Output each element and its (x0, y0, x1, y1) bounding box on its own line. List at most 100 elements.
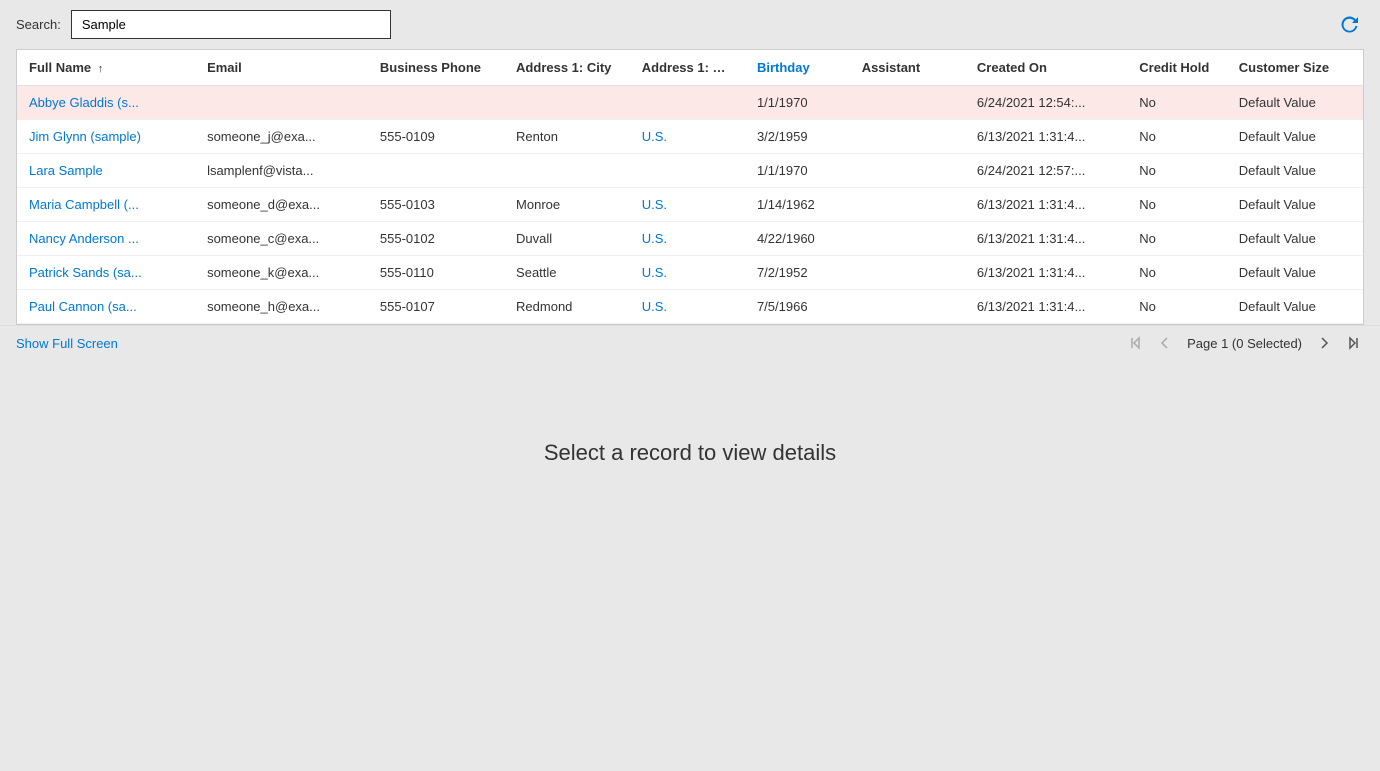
cell-city (504, 154, 630, 188)
last-page-icon (1345, 336, 1359, 350)
cell-custsize: Default Value (1227, 120, 1363, 154)
cell-country (630, 86, 745, 120)
cell-fullname: Paul Cannon (sa... (17, 290, 195, 324)
cell-email: someone_c@exa... (195, 222, 368, 256)
cell-created: 6/13/2021 1:31:4... (965, 188, 1127, 222)
cell-assistant (850, 154, 965, 188)
table-row[interactable]: Maria Campbell (...someone_d@exa...555-0… (17, 188, 1363, 222)
cell-email (195, 86, 368, 120)
cell-city: Renton (504, 120, 630, 154)
cell-assistant (850, 222, 965, 256)
cell-country: U.S. (630, 290, 745, 324)
cell-custsize: Default Value (1227, 290, 1363, 324)
cell-city: Duvall (504, 222, 630, 256)
table-scroll-area[interactable]: Full Name ↑ Email Business Phone Address… (17, 50, 1363, 324)
cell-phone: 555-0103 (368, 188, 504, 222)
table-row[interactable]: Nancy Anderson ...someone_c@exa...555-01… (17, 222, 1363, 256)
table-row[interactable]: Lara Samplelsamplenf@vista... 1/1/1970 6/2… (17, 154, 1363, 188)
cell-created: 6/13/2021 1:31:4... (965, 256, 1127, 290)
col-header-phone[interactable]: Business Phone (368, 50, 504, 86)
pagination-controls: Page 1 (0 Selected) (1125, 334, 1364, 352)
cell-phone (368, 154, 504, 188)
cell-birthday: 3/2/1959 (745, 120, 850, 154)
next-page-icon (1317, 336, 1331, 350)
cell-birthday: 1/1/1970 (745, 86, 850, 120)
cell-assistant (850, 256, 965, 290)
cell-credit: No (1127, 222, 1227, 256)
cell-assistant (850, 290, 965, 324)
cell-credit: No (1127, 290, 1227, 324)
col-header-custsize[interactable]: Customer Size (1227, 50, 1363, 86)
cell-fullname: Maria Campbell (... (17, 188, 195, 222)
cell-fullname: Lara Sample (17, 154, 195, 188)
cell-created: 6/13/2021 1:31:4... (965, 222, 1127, 256)
page-info: Page 1 (0 Selected) (1187, 336, 1302, 351)
next-page-button[interactable] (1312, 334, 1336, 352)
table-row[interactable]: Jim Glynn (sample)someone_j@exa...555-01… (17, 120, 1363, 154)
cell-created: 6/13/2021 1:31:4... (965, 120, 1127, 154)
cell-custsize: Default Value (1227, 256, 1363, 290)
cell-phone: 555-0109 (368, 120, 504, 154)
cell-city: Seattle (504, 256, 630, 290)
cell-assistant (850, 120, 965, 154)
search-input[interactable] (71, 10, 391, 39)
col-header-fullname[interactable]: Full Name ↑ (17, 50, 195, 86)
col-header-assistant[interactable]: Assistant (850, 50, 965, 86)
cell-created: 6/24/2021 12:54:... (965, 86, 1127, 120)
cell-country (630, 154, 745, 188)
footer-bar: Show Full Screen Page 1 (0 Selected) (0, 325, 1380, 360)
cell-city (504, 86, 630, 120)
cell-city: Monroe (504, 188, 630, 222)
col-header-credit[interactable]: Credit Hold (1127, 50, 1227, 86)
cell-country: U.S. (630, 120, 745, 154)
empty-state-text: Select a record to view details (544, 440, 836, 466)
cell-custsize: Default Value (1227, 86, 1363, 120)
cell-email: someone_h@exa... (195, 290, 368, 324)
table-header: Full Name ↑ Email Business Phone Address… (17, 50, 1363, 86)
table-row[interactable]: Paul Cannon (sa...someone_h@exa...555-01… (17, 290, 1363, 324)
table-row[interactable]: Abbye Gladdis (s... 1/1/1970 6/24/2021 12:… (17, 86, 1363, 120)
contacts-table-container: Full Name ↑ Email Business Phone Address… (16, 49, 1364, 325)
col-header-email[interactable]: Email (195, 50, 368, 86)
cell-birthday: 7/5/1966 (745, 290, 850, 324)
cell-birthday: 1/1/1970 (745, 154, 850, 188)
show-fullscreen-button[interactable]: Show Full Screen (16, 336, 118, 351)
col-header-country[interactable]: Address 1: Co... (630, 50, 745, 86)
cell-birthday: 7/2/1952 (745, 256, 850, 290)
cell-phone: 555-0102 (368, 222, 504, 256)
cell-created: 6/24/2021 12:57:... (965, 154, 1127, 188)
col-header-birthday[interactable]: Birthday (745, 50, 850, 86)
cell-credit: No (1127, 154, 1227, 188)
cell-created: 6/13/2021 1:31:4... (965, 290, 1127, 324)
refresh-button[interactable] (1336, 11, 1364, 39)
table-row[interactable]: Patrick Sands (sa...someone_k@exa...555-… (17, 256, 1363, 290)
prev-page-icon (1158, 336, 1172, 350)
cell-custsize: Default Value (1227, 154, 1363, 188)
cell-custsize: Default Value (1227, 188, 1363, 222)
last-page-button[interactable] (1340, 334, 1364, 352)
cell-phone: 555-0107 (368, 290, 504, 324)
table-body: Abbye Gladdis (s... 1/1/1970 6/24/2021 12:… (17, 86, 1363, 324)
cell-birthday: 4/22/1960 (745, 222, 850, 256)
cell-credit: No (1127, 86, 1227, 120)
col-header-created[interactable]: Created On (965, 50, 1127, 86)
cell-credit: No (1127, 256, 1227, 290)
cell-credit: No (1127, 120, 1227, 154)
cell-credit: No (1127, 188, 1227, 222)
cell-phone (368, 86, 504, 120)
cell-fullname: Abbye Gladdis (s... (17, 86, 195, 120)
first-page-button[interactable] (1125, 334, 1149, 352)
cell-email: lsamplenf@vista... (195, 154, 368, 188)
cell-assistant (850, 188, 965, 222)
cell-fullname: Patrick Sands (sa... (17, 256, 195, 290)
cell-country: U.S. (630, 256, 745, 290)
cell-city: Redmond (504, 290, 630, 324)
cell-birthday: 1/14/1962 (745, 188, 850, 222)
cell-fullname: Nancy Anderson ... (17, 222, 195, 256)
cell-fullname: Jim Glynn (sample) (17, 120, 195, 154)
prev-page-button[interactable] (1153, 334, 1177, 352)
cell-email: someone_k@exa... (195, 256, 368, 290)
col-header-city[interactable]: Address 1: City (504, 50, 630, 86)
cell-custsize: Default Value (1227, 222, 1363, 256)
search-bar: Search: (0, 0, 1380, 49)
